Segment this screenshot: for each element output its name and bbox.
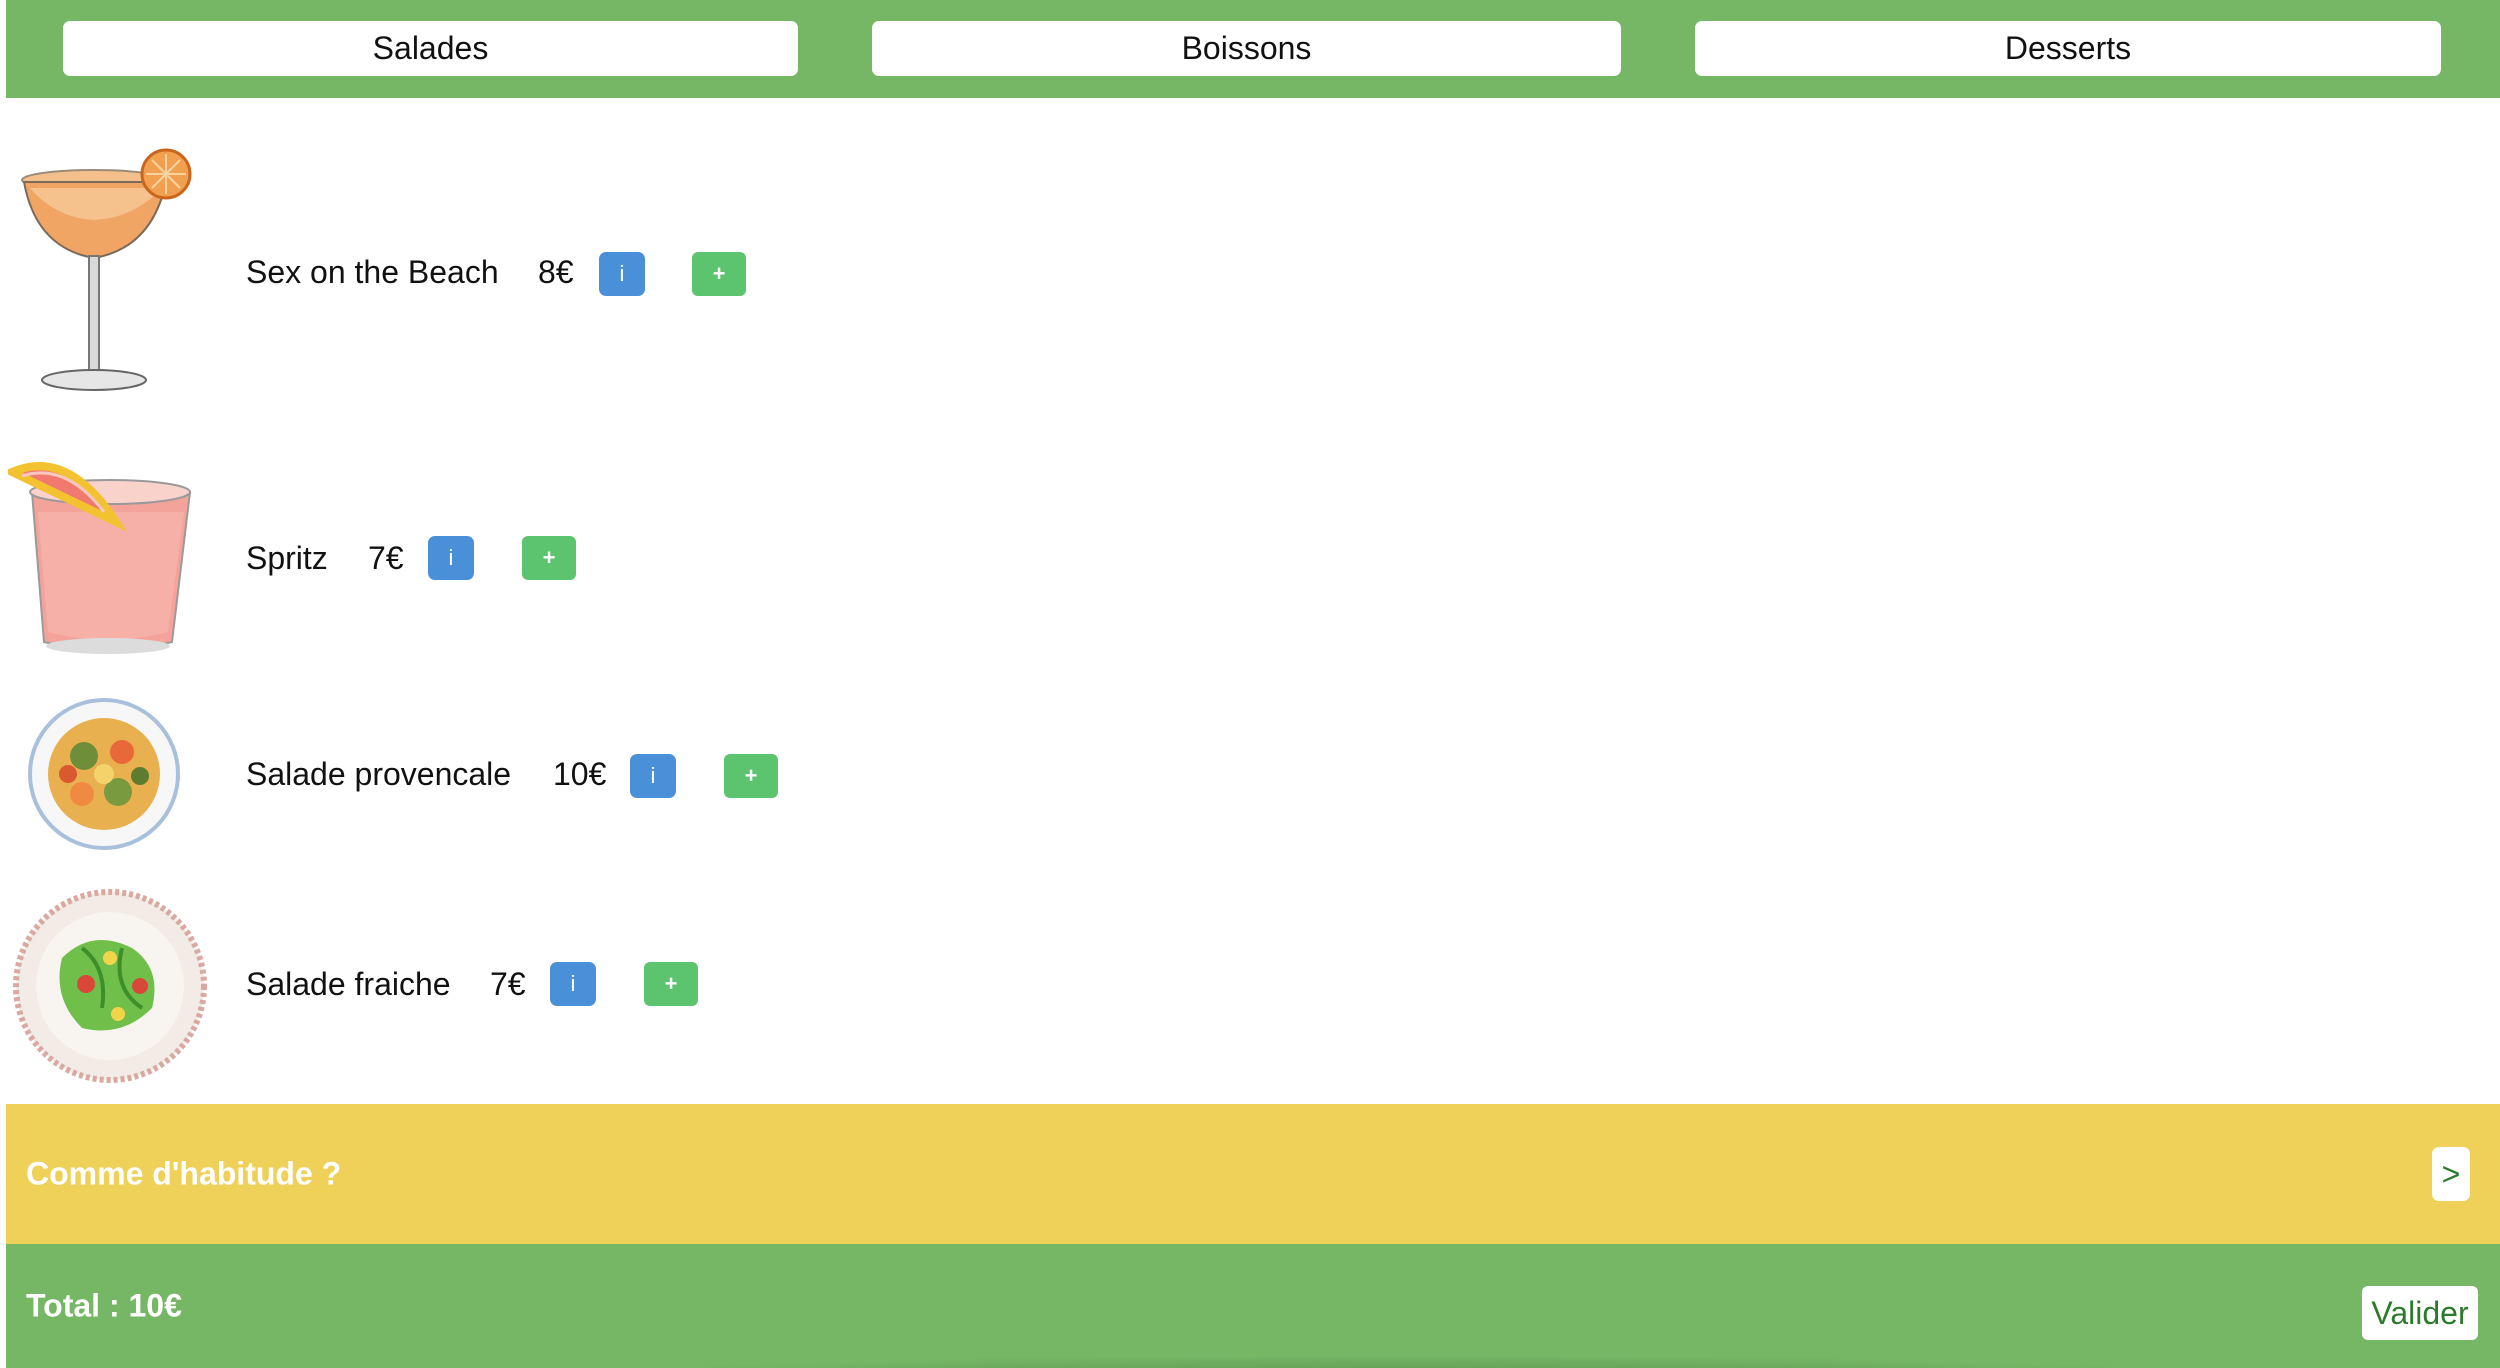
- info-button[interactable]: i: [599, 252, 645, 296]
- item-price: 7€: [490, 966, 526, 1002]
- provencal-salad-plate-image: [28, 698, 180, 850]
- item-name: Salade fraiche: [246, 966, 451, 1002]
- add-to-cart-button[interactable]: +: [522, 536, 576, 580]
- cocktail-coupe-image: [21, 148, 192, 391]
- item-price: 8€: [538, 254, 574, 290]
- validate-button[interactable]: Valider: [2362, 1286, 2478, 1340]
- app-frame: Salades Boissons Desserts Sex on the Bea…: [6, 0, 2500, 1368]
- menu-item: Salade fraiche 7€ i +: [6, 880, 1206, 1090]
- item-name: Spritz: [246, 540, 328, 576]
- add-to-cart-button[interactable]: +: [692, 252, 746, 296]
- order-total: Total : 10€: [26, 1287, 182, 1324]
- habitual-order-label: Comme d'habitude ?: [26, 1155, 342, 1192]
- category-tab-bar: Salades Boissons Desserts: [6, 0, 2500, 98]
- footer-shadow: [506, 1354, 2306, 1368]
- item-name: Sex on the Beach: [246, 254, 499, 290]
- add-to-cart-button[interactable]: +: [724, 754, 778, 798]
- tab-desserts[interactable]: Desserts: [1695, 21, 2441, 76]
- menu-item: Salade provencale 10€ i +: [6, 690, 1206, 860]
- fresh-salad-plate-image: [13, 889, 207, 1083]
- info-button[interactable]: i: [550, 962, 596, 1006]
- spritz-glass-image: [8, 462, 192, 654]
- order-footer: Total : 10€ Valider: [6, 1244, 2500, 1368]
- add-to-cart-button[interactable]: +: [644, 962, 698, 1006]
- menu-item: Sex on the Beach 8€ i +: [6, 140, 1206, 410]
- info-button[interactable]: i: [630, 754, 676, 798]
- item-price: 10€: [553, 756, 607, 792]
- item-name: Salade provencale: [246, 756, 512, 792]
- habitual-order-banner: Comme d'habitude ? >: [6, 1104, 2500, 1244]
- tab-salades[interactable]: Salades: [63, 21, 798, 76]
- habitual-order-next-button[interactable]: >: [2432, 1147, 2470, 1201]
- menu-item: Spritz 7€ i +: [6, 450, 1206, 660]
- tab-boissons[interactable]: Boissons: [872, 21, 1621, 76]
- item-price: 7€: [368, 540, 404, 576]
- info-button[interactable]: i: [428, 536, 474, 580]
